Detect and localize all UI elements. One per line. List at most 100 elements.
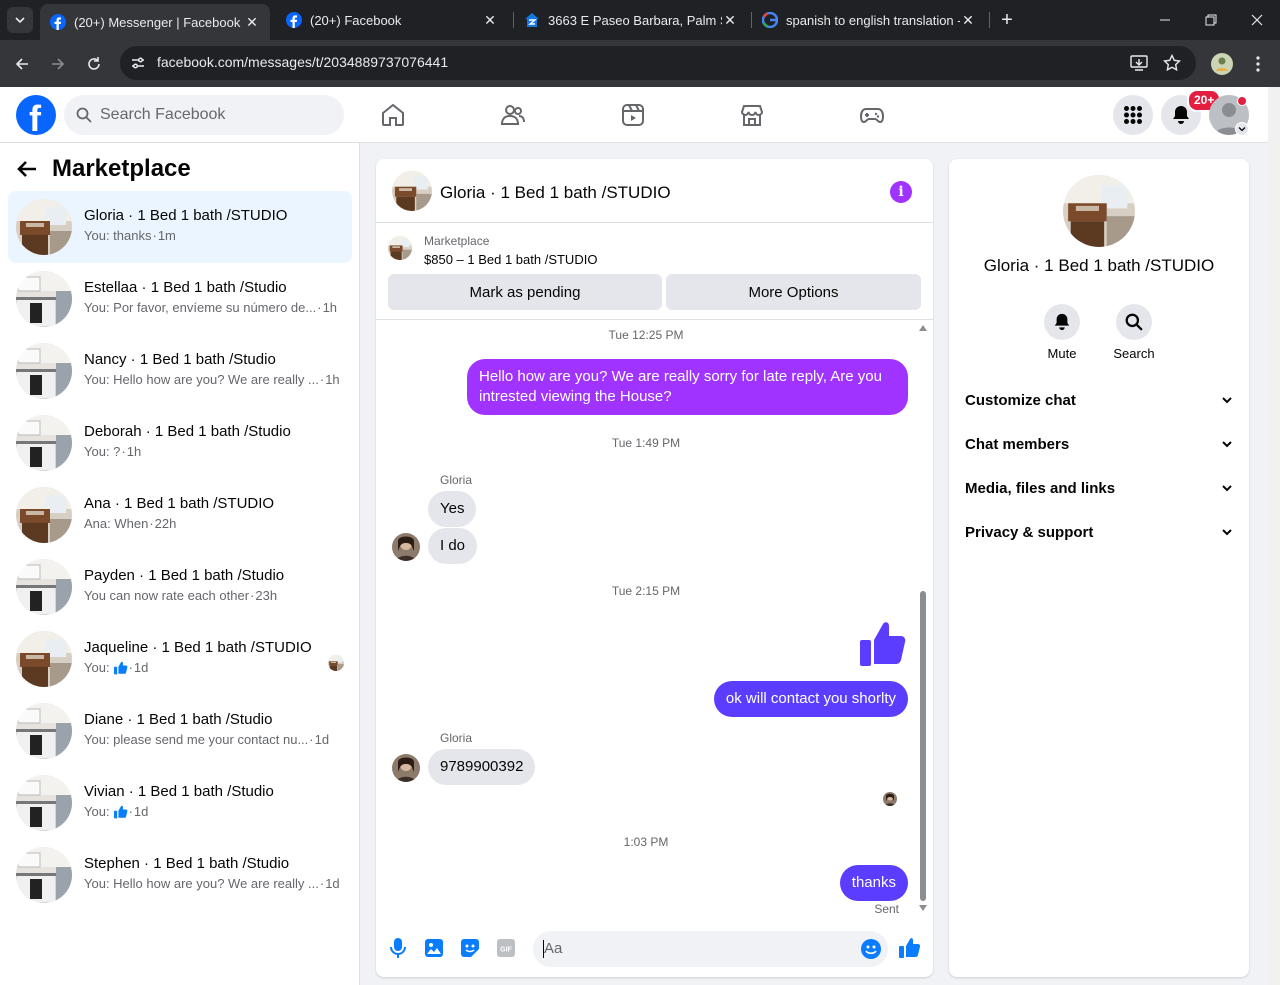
- reload-button[interactable]: [80, 50, 108, 78]
- forward-button[interactable]: [44, 50, 72, 78]
- conversation-item[interactable]: Estellaa · 1 Bed 1 bath /Studio You: Por …: [8, 263, 352, 335]
- search-action[interactable]: Search: [1104, 304, 1164, 361]
- conversation-item[interactable]: Nancy · 1 Bed 1 bath /Studio You: Hello h…: [8, 335, 352, 407]
- nav-home[interactable]: [379, 101, 407, 129]
- scroll-up-icon[interactable]: [919, 325, 927, 331]
- conversation-item[interactable]: Ana · 1 Bed 1 bath /STUDIO Ana: When · 22…: [8, 479, 352, 551]
- browser-tab-facebook[interactable]: (20+) Facebook ✕: [276, 4, 508, 36]
- back-arrow-icon[interactable]: [16, 158, 38, 180]
- more-options-button[interactable]: More Options: [666, 274, 921, 310]
- customize-chat-section[interactable]: Customize chat: [965, 380, 1233, 420]
- conversation-preview-line: You: · 1d: [84, 804, 148, 819]
- close-tab-icon[interactable]: ✕: [960, 12, 976, 28]
- separator-dot: ·: [152, 228, 157, 243]
- conversation-item[interactable]: Payden · 1 Bed 1 bath /Studio You can now…: [8, 551, 352, 623]
- sender-name: Gloria: [440, 731, 473, 745]
- timestamp: 1:03 PM: [623, 835, 669, 849]
- conversation-item[interactable]: Gloria · 1 Bed 1 bath /STUDIO You: thanks…: [8, 191, 352, 263]
- site-settings-icon[interactable]: [130, 55, 146, 71]
- incoming-message[interactable]: 9789900392: [428, 749, 536, 785]
- browser-tab-strip: (20+) Messenger | Facebook ✕ (20+) Faceb…: [0, 0, 1280, 40]
- info-icon[interactable]: i: [890, 181, 912, 203]
- kebab-menu-icon: [1256, 56, 1260, 72]
- photo-icon: [425, 939, 443, 957]
- mute-action[interactable]: Mute: [1032, 304, 1092, 361]
- search-icon-button[interactable]: [1116, 304, 1152, 340]
- conversation-item[interactable]: Diane · 1 Bed 1 bath /Studio You: please …: [8, 695, 352, 767]
- conversation-thumbnail: [16, 199, 72, 255]
- voice-clip-button[interactable]: [387, 937, 409, 959]
- chat-scrollbar-thumb[interactable]: [920, 591, 926, 901]
- conversation-preview: You: ?: [84, 444, 121, 459]
- conversation-item[interactable]: Deborah · 1 Bed 1 bath /Studio You: ? · 1…: [8, 407, 352, 479]
- listing-price-title[interactable]: $850 – 1 Bed 1 bath /STUDIO: [424, 252, 597, 267]
- back-button[interactable]: [8, 50, 36, 78]
- bookmark-star-icon[interactable]: [1163, 54, 1181, 72]
- conversation-preview-line: You: Hello how are you? We are really ..…: [84, 876, 340, 891]
- conversation-preview: You: please send me your contact nu...: [84, 732, 309, 747]
- conversation-item[interactable]: Jaqueline · 1 Bed 1 bath /STUDIO You: · 1…: [8, 623, 352, 695]
- arrow-right-icon: [52, 58, 65, 70]
- page-scrollbar[interactable]: [1268, 87, 1280, 985]
- install-app-icon[interactable]: [1130, 54, 1148, 72]
- address-bar[interactable]: facebook.com/messages/t/2034889737076441: [120, 46, 1196, 80]
- chrome-profile-avatar[interactable]: [1208, 50, 1236, 78]
- attach-photo-button[interactable]: [423, 937, 445, 959]
- chat-avatar[interactable]: [392, 171, 432, 211]
- sticker-button[interactable]: [459, 937, 481, 959]
- close-tab-icon[interactable]: ✕: [482, 12, 498, 28]
- listing-thumbnail[interactable]: [388, 236, 412, 260]
- outgoing-message[interactable]: ok will contact you shorlty: [713, 681, 908, 717]
- minimize-button[interactable]: [1142, 0, 1188, 40]
- browser-tab-google[interactable]: spanish to english translation - ✕: [752, 4, 986, 36]
- mark-as-pending-button[interactable]: Mark as pending: [388, 274, 662, 310]
- browser-tab-messenger[interactable]: (20+) Messenger | Facebook ✕: [40, 4, 270, 40]
- conversation-name: Diane · 1 Bed 1 bath /Studio: [84, 711, 273, 728]
- menu-button[interactable]: [1113, 95, 1153, 135]
- restore-button[interactable]: [1188, 0, 1234, 40]
- incoming-message[interactable]: Yes: [428, 491, 477, 527]
- gif-button[interactable]: GIF: [495, 937, 517, 959]
- section-label: Customize chat: [965, 391, 1076, 409]
- sender-avatar[interactable]: [392, 754, 420, 782]
- message-input[interactable]: Aa: [533, 931, 888, 967]
- tab-search-button[interactable]: [7, 7, 33, 33]
- nav-marketplace[interactable]: [738, 101, 766, 129]
- close-tab-icon[interactable]: ✕: [244, 14, 260, 30]
- sender-avatar[interactable]: [392, 533, 420, 561]
- facebook-logo[interactable]: f: [16, 95, 56, 139]
- new-tab-button[interactable]: +: [995, 8, 1019, 32]
- chat-members-section[interactable]: Chat members: [965, 424, 1233, 464]
- account-chevron[interactable]: [1235, 122, 1249, 136]
- conversation-preview: You:: [84, 660, 110, 675]
- chat-scrollbar[interactable]: [917, 321, 929, 919]
- tab-title: 3663 E Paseo Barbara, Palm Spr: [548, 12, 722, 28]
- facebook-search-input[interactable]: Search Facebook: [64, 95, 344, 135]
- browser-tab-zillow[interactable]: 3663 E Paseo Barbara, Palm Spr ✕: [514, 4, 748, 36]
- emoji-icon[interactable]: [861, 939, 881, 959]
- video-icon: [622, 104, 644, 126]
- send-like-button[interactable]: [899, 937, 921, 959]
- nav-video[interactable]: [619, 101, 647, 129]
- chat-title[interactable]: Gloria · 1 Bed 1 bath /STUDIO: [440, 183, 671, 203]
- message-thread: Tue 12:25 PM Hello how are you? We are r…: [376, 321, 933, 919]
- outgoing-message[interactable]: Hello how are you? We are really sorry f…: [467, 359, 908, 415]
- mute-icon-button[interactable]: [1044, 304, 1080, 340]
- like-sticker[interactable]: [859, 618, 909, 668]
- scroll-down-icon[interactable]: [919, 905, 927, 911]
- conversation-item[interactable]: Stephen · 1 Bed 1 bath /Studio You: Hello…: [8, 839, 352, 911]
- listing-kicker: Marketplace: [424, 234, 490, 248]
- nav-gaming[interactable]: [858, 101, 886, 129]
- nav-friends[interactable]: [499, 101, 527, 129]
- close-window-button[interactable]: [1234, 0, 1280, 40]
- media-files-links-section[interactable]: Media, files and links: [965, 468, 1233, 508]
- close-tab-icon[interactable]: ✕: [722, 12, 738, 28]
- conversation-preview-line: You: Hello how are you? We are really ..…: [84, 372, 340, 387]
- privacy-support-section[interactable]: Privacy & support: [965, 512, 1233, 552]
- conversation-item[interactable]: Vivian · 1 Bed 1 bath /Studio You: · 1d: [8, 767, 352, 839]
- conversation-time: 22h: [154, 516, 177, 531]
- conversation-avatar[interactable]: [1063, 175, 1135, 247]
- outgoing-message[interactable]: thanks: [839, 865, 908, 901]
- incoming-message[interactable]: I do: [428, 528, 478, 564]
- chrome-menu-button[interactable]: [1244, 50, 1272, 78]
